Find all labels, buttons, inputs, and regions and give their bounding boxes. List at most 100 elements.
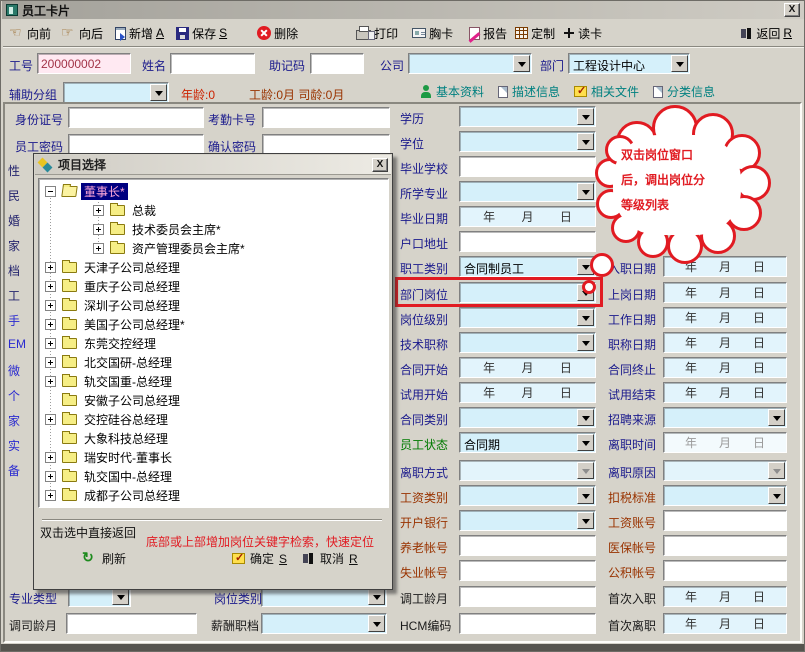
combo-field[interactable]: 合同制员工 [459, 256, 596, 277]
expand-plus-icon[interactable] [93, 224, 104, 235]
expand-plus-icon[interactable] [93, 205, 104, 216]
date-field[interactable]: 年月日 [663, 332, 787, 353]
text-field[interactable] [459, 613, 596, 634]
tree-item[interactable]: 成都子公司总经理 [45, 486, 183, 505]
expand-plus-icon[interactable] [45, 414, 56, 425]
toolbar-delete[interactable]: 删除 [257, 25, 298, 42]
date-field[interactable]: 年月日 [663, 282, 787, 303]
combo-field[interactable]: 工程设计中心 [568, 53, 690, 74]
combo-field[interactable] [459, 407, 596, 428]
combo-field[interactable] [459, 510, 596, 531]
expand-plus-icon[interactable] [45, 376, 56, 387]
date-field[interactable]: 年月日 [663, 586, 787, 607]
expand-plus-icon[interactable] [45, 300, 56, 311]
date-field[interactable]: 年月日 [663, 307, 787, 328]
tree-item[interactable]: 天津子公司总经理 [45, 258, 183, 277]
dropdown-button[interactable] [577, 434, 594, 451]
dropdown-button[interactable] [577, 512, 594, 529]
collapse-minus-icon[interactable] [45, 186, 56, 197]
cancel-button[interactable]: 取消R [302, 550, 358, 567]
expand-plus-icon[interactable] [45, 281, 56, 292]
text-field[interactable] [459, 586, 596, 607]
dropdown-button[interactable] [577, 309, 594, 326]
tree-item[interactable]: 瑞安时代-董事长 [45, 448, 175, 467]
dropdown-button[interactable] [577, 334, 594, 351]
text-field[interactable] [68, 134, 204, 155]
tree-item[interactable]: 董事长* [45, 182, 128, 201]
text-field[interactable] [262, 107, 390, 128]
text-field[interactable] [37, 53, 131, 74]
dropdown-button[interactable] [671, 55, 688, 72]
dropdown-button[interactable] [768, 409, 785, 426]
combo-field[interactable] [459, 131, 596, 152]
date-field[interactable]: 年月日 [459, 357, 596, 378]
combo-field[interactable] [459, 106, 596, 127]
tree-item[interactable]: 总裁 [93, 201, 159, 220]
dialog-close-button[interactable]: X [372, 158, 388, 172]
tree-item[interactable]: 轨交国中-总经理 [45, 467, 175, 486]
tree-item[interactable]: 深圳子公司总经理 [45, 296, 183, 315]
toolbar-new[interactable]: 新增A [115, 25, 164, 42]
expand-plus-icon[interactable] [45, 357, 56, 368]
expand-plus-icon[interactable] [45, 338, 56, 349]
dropdown-button[interactable] [513, 55, 530, 72]
tab-related-files[interactable]: 相关文件 [574, 83, 639, 100]
dropdown-button[interactable] [150, 84, 167, 101]
dropdown-button[interactable] [112, 588, 129, 605]
tab-category[interactable]: 分类信息 [653, 83, 715, 100]
toolbar-print[interactable]: 打印 [356, 25, 398, 42]
dropdown-button[interactable] [768, 487, 785, 504]
tree-item[interactable]: 资产管理委员会主席* [93, 239, 248, 258]
expand-plus-icon[interactable] [45, 490, 56, 501]
tab-basic-info[interactable]: 基本资料 [420, 83, 484, 100]
combo-field[interactable] [663, 460, 787, 481]
dropdown-button[interactable] [577, 409, 594, 426]
date-field[interactable]: 年月日 [663, 432, 787, 453]
text-field[interactable] [170, 53, 255, 74]
dropdown-button[interactable] [577, 133, 594, 150]
text-field[interactable] [663, 535, 787, 556]
combo-field[interactable] [408, 53, 532, 74]
text-field[interactable] [459, 156, 596, 177]
tree-item[interactable]: 交控硅谷总经理 [45, 410, 171, 429]
expand-plus-icon[interactable] [93, 243, 104, 254]
combo-field[interactable] [459, 181, 596, 202]
tab-description[interactable]: 描述信息 [498, 83, 560, 100]
expand-plus-icon[interactable] [45, 452, 56, 463]
aux-group-combo[interactable] [63, 82, 169, 103]
confirm-button[interactable]: 确定S [232, 550, 287, 567]
date-field[interactable]: 年月日 [663, 357, 787, 378]
toolbar-back[interactable]: 向前 [9, 25, 51, 42]
dropdown-button[interactable] [368, 615, 385, 632]
dropdown-button[interactable] [768, 462, 785, 479]
toolbar-report[interactable]: 报告 [469, 25, 507, 42]
combo-field[interactable] [459, 485, 596, 506]
combo-field[interactable] [459, 332, 596, 353]
refresh-button[interactable]: 刷新 [82, 550, 126, 567]
combo-field[interactable] [459, 307, 596, 328]
dropdown-button[interactable] [577, 108, 594, 125]
toolbar-save[interactable]: 保存S [176, 25, 227, 42]
tree-item[interactable]: 技术委员会主席* [93, 220, 224, 239]
tree-item[interactable]: 东莞交控经理 [45, 334, 159, 353]
toolbar-forward[interactable]: 向后 [61, 25, 103, 42]
expand-plus-icon[interactable] [45, 471, 56, 482]
date-field[interactable]: 年月日 [459, 382, 596, 403]
text-field[interactable] [663, 510, 787, 531]
expand-plus-icon[interactable] [45, 319, 56, 330]
toolbar-readcard[interactable]: 读卡 [563, 25, 602, 42]
close-button[interactable]: X [784, 3, 800, 17]
text-field[interactable] [66, 613, 197, 634]
text-field[interactable] [459, 535, 596, 556]
expand-plus-icon[interactable] [45, 262, 56, 273]
toolbar-badge[interactable]: 胸卡 [412, 25, 453, 42]
tree-item[interactable]: 轨交国重-总经理 [45, 372, 175, 391]
text-field[interactable] [459, 231, 596, 252]
tree-item[interactable]: 北交国研-总经理 [45, 353, 175, 372]
combo-field[interactable] [261, 613, 387, 634]
text-field[interactable] [310, 53, 364, 74]
combo-field[interactable] [459, 460, 596, 481]
toolbar-return[interactable]: 返回R [740, 25, 792, 42]
combo-field[interactable]: 合同期 [459, 432, 596, 453]
combo-field[interactable] [663, 407, 787, 428]
